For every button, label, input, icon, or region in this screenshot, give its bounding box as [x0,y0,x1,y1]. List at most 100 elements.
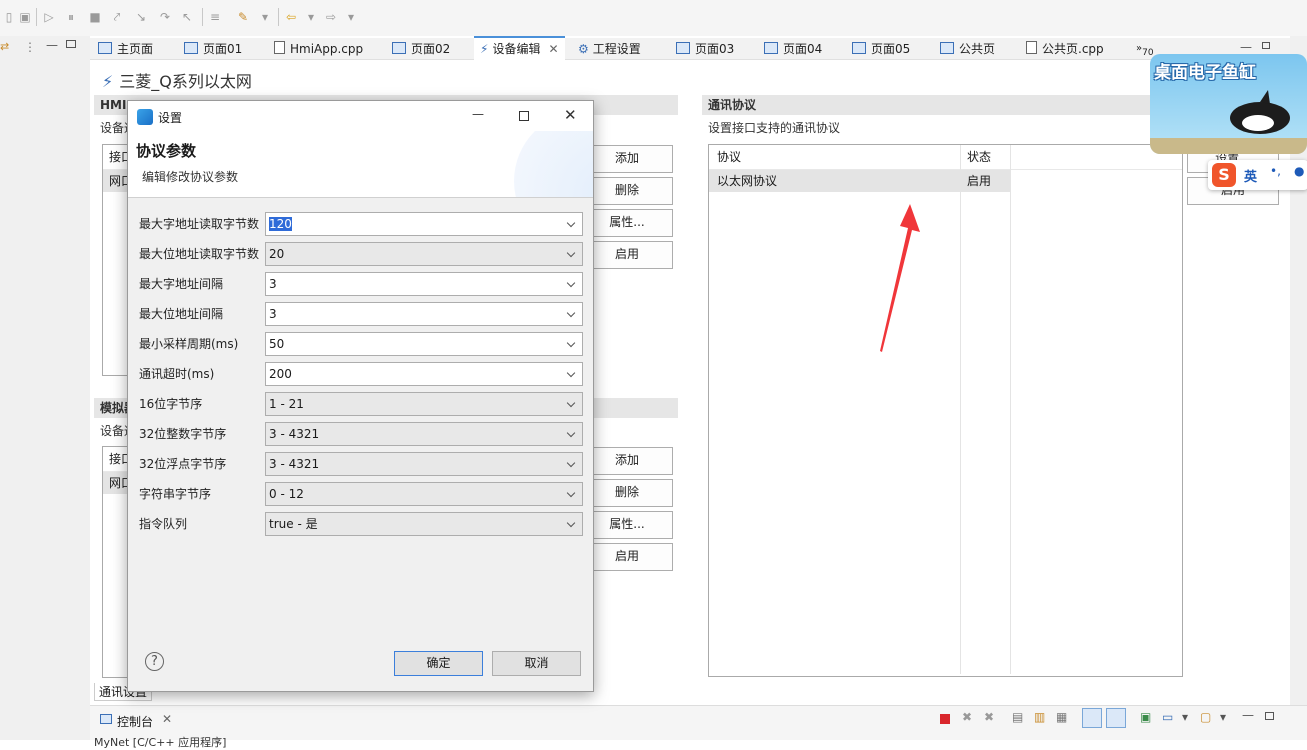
outline-icon[interactable]: ⇄ [0,40,14,54]
remove-all-icon[interactable]: ✖ [984,710,994,724]
sim-properties-button[interactable]: 属性... [581,511,673,539]
minimize-dialog-icon[interactable]: — [472,107,484,121]
build-icon[interactable]: ✎ [236,10,250,24]
tab-device-edit[interactable]: ⚡ 设备编辑 ✕ [474,36,565,62]
step-return-icon[interactable]: ↖ [180,10,194,24]
chevron-down-icon[interactable] [566,333,578,355]
tab-page05[interactable]: 页面05 [852,38,910,60]
tab-page01[interactable]: 页面01 [184,38,242,60]
stop-icon[interactable]: ■ [88,10,102,24]
sim-enable-button[interactable]: 启用 [581,543,673,571]
format-icon[interactable]: ≡ [208,10,222,24]
maximize-icon[interactable] [66,40,76,48]
max-word-read-bytes-combo[interactable]: 120 [265,212,583,236]
run-icon[interactable]: ▷ [42,10,56,24]
hmi-properties-button[interactable]: 属性... [581,209,673,237]
back-icon[interactable]: ⇦ [284,10,298,24]
forward-icon[interactable]: ⇨ [324,10,338,24]
ime-mode-label[interactable]: 英 [1244,166,1257,185]
max-word-gap-combo[interactable]: 3 [265,272,583,296]
microphone-icon[interactable]: ● [1294,164,1304,178]
cpp-file-icon [274,41,285,54]
tab-common-page-cpp[interactable]: 公共页.cpp [1026,38,1104,60]
sim-delete-button[interactable]: 删除 [581,479,673,507]
display-dropdown-icon[interactable]: ▾ [1182,710,1188,724]
save-icon[interactable]: ▯ [2,10,16,24]
tab-overflow[interactable]: »70 [1136,38,1154,60]
cancel-button[interactable]: 取消 [492,651,581,676]
word-wrap-icon[interactable]: ▦ [1056,710,1067,724]
chevron-down-icon[interactable] [566,273,578,295]
column-divider [1010,145,1011,674]
remove-launch-icon[interactable]: ✖ [962,710,972,724]
punctuation-icon[interactable]: •, [1270,164,1281,178]
tab-project-settings[interactable]: ⚙ 工程设置 [578,38,641,60]
chevron-down-icon[interactable] [566,213,578,235]
show-console-icon[interactable] [1106,708,1126,728]
tab-page02[interactable]: 页面02 [392,38,450,60]
build-dropdown-icon[interactable]: ▾ [258,10,272,24]
forward-dropdown-icon[interactable]: ▾ [344,10,358,24]
new-console-dropdown-icon[interactable]: ▾ [1220,710,1226,724]
disconnect-icon[interactable]: ⤤ [110,10,124,24]
chevron-down-icon[interactable] [566,393,578,415]
chevron-down-icon[interactable] [566,423,578,445]
open-console-icon[interactable]: ▣ [1140,710,1151,724]
close-dialog-icon[interactable]: ✕ [564,106,577,124]
chevron-down-icon[interactable] [566,513,578,535]
tab-main-page[interactable]: 主页面 [98,38,153,60]
close-tab-icon[interactable]: ✕ [548,42,558,56]
tab-hmiapp-cpp[interactable]: HmiApp.cpp [274,38,363,60]
pause-icon[interactable]: ⏸ [64,10,78,24]
step-into-icon[interactable]: ↘ [134,10,148,24]
chevron-down-icon[interactable] [566,303,578,325]
sim-add-button[interactable]: 添加 [581,447,673,475]
ok-button[interactable]: 确定 [394,651,483,676]
byte-order-32-int-combo[interactable]: 3 - 4321 [265,422,583,446]
clear-console-icon[interactable]: ▤ [1012,710,1023,724]
minimize-console-icon[interactable]: — [1242,708,1254,722]
minimize-icon[interactable]: — [46,38,58,52]
tab-page04[interactable]: 页面04 [764,38,822,60]
dialog-subheading: 编辑修改协议参数 [142,170,239,184]
console-tab-label[interactable]: 控制台 [117,713,153,730]
close-console-icon[interactable]: ✕ [162,712,172,726]
console-status-line: MyNet [C/C++ 应用程序] [94,736,227,749]
view-menu-icon[interactable]: ⋮ [24,40,36,54]
tab-common-page[interactable]: 公共页 [940,38,995,60]
minimize-editor-icon[interactable]: — [1240,40,1252,54]
protocol-table-row[interactable]: 以太网协议 启用 [709,170,1010,192]
pin-console-icon[interactable] [1082,708,1102,728]
step-over-icon[interactable]: ↷ [158,10,172,24]
help-icon[interactable]: ? [145,652,164,671]
min-sample-period-combo[interactable]: 50 [265,332,583,356]
terminate-icon[interactable] [940,714,950,724]
hmi-add-button[interactable]: 添加 [581,145,673,173]
max-bit-gap-combo[interactable]: 3 [265,302,583,326]
restore-editor-icon[interactable] [1262,42,1270,49]
tab-page03[interactable]: 页面03 [676,38,734,60]
maximize-dialog-icon[interactable] [519,111,529,121]
hmi-delete-button[interactable]: 删除 [581,177,673,205]
aquarium-widget[interactable]: 桌面电子鱼缸 [1150,54,1307,154]
scroll-lock-icon[interactable]: ▥ [1034,710,1045,724]
chevron-down-icon[interactable] [566,363,578,385]
byte-order-32-float-combo[interactable]: 3 - 4321 [265,452,583,476]
field-label: 最大位地址读取字节数 [139,247,260,261]
chevron-down-icon[interactable] [566,483,578,505]
chevron-down-icon[interactable] [566,243,578,265]
byte-order-16-combo[interactable]: 1 - 21 [265,392,583,416]
back-dropdown-icon[interactable]: ▾ [304,10,318,24]
new-console-icon[interactable]: ▢ [1200,710,1211,724]
save-all-icon[interactable]: ▣ [18,10,32,24]
display-console-icon[interactable]: ▭ [1162,710,1173,724]
command-queue-combo[interactable]: true - 是 [265,512,583,536]
hmi-enable-button[interactable]: 启用 [581,241,673,269]
max-bit-read-bytes-combo[interactable]: 20 [265,242,583,266]
chevron-down-icon[interactable] [566,453,578,475]
field-label: 最大字地址间隔 [139,277,224,291]
string-byte-order-combo[interactable]: 0 - 12 [265,482,583,506]
maximize-console-icon[interactable] [1265,712,1274,720]
comm-timeout-combo[interactable]: 200 [265,362,583,386]
ime-toolbar[interactable]: S 英 •, ● [1208,160,1307,190]
